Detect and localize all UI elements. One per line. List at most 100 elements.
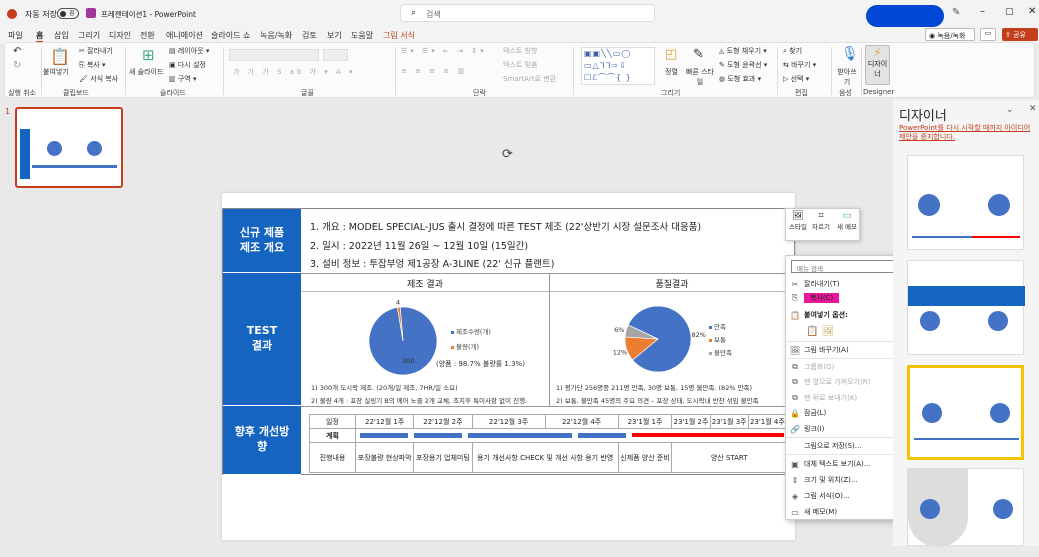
tab-picture-format[interactable]: 그림 서식 <box>383 30 415 41</box>
tab-file[interactable]: 파일 <box>8 30 23 41</box>
menu-item-label: 크기 및 위치(Z)... <box>804 476 858 484</box>
smartart-button[interactable]: SmartArt로 변환 <box>503 74 556 84</box>
replace-button[interactable]: ⇆ 바꾸기 ▾ <box>783 60 816 70</box>
pen-icon[interactable]: ✎ <box>952 7 960 18</box>
stop-suggestions-link[interactable]: PowerPoint를 다시 시작할 때까지 아이디어 제안을 중지합니다. <box>899 124 1037 142</box>
share-button[interactable]: ⇪ 공유 <box>1002 28 1038 41</box>
menu-item-label: 그룹화(G) <box>804 363 835 371</box>
menu-search-input[interactable]: 메뉴 검색 <box>791 260 899 273</box>
week-header: 22'12월 3주 <box>471 414 546 429</box>
design-idea-3[interactable] <box>907 365 1024 460</box>
tab-design[interactable]: 디자인 <box>109 30 131 41</box>
data-label: 300 <box>402 357 414 365</box>
comments-button[interactable]: ▭ <box>980 28 996 41</box>
context-menu-item[interactable]: ⧉그룹화(G)› <box>786 360 904 374</box>
shape-outline-button[interactable]: ✎ 도형 윤곽선 ▾ <box>719 60 767 70</box>
account-redacted[interactable] <box>866 5 944 27</box>
designer-button[interactable]: ⚡ 디자이너 <box>865 45 890 85</box>
save-icon[interactable] <box>86 8 96 18</box>
context-menu-item[interactable]: ✂ 잘라내기(T) <box>786 277 904 291</box>
design-idea-1[interactable] <box>907 155 1024 250</box>
layout-button[interactable]: ▤ 레이아웃 ▾ <box>169 46 209 56</box>
section-button[interactable]: ▥ 구역 ▾ <box>169 74 196 84</box>
copy-button[interactable]: ⎘ 복사 ▾ <box>79 60 105 70</box>
tab-animations[interactable]: 애니메이션 <box>166 30 203 41</box>
quick-styles-icon[interactable]: ✎ <box>693 47 704 62</box>
context-menu-item[interactable]: ⎘ 복사(C) <box>786 291 904 305</box>
week-header: 22'12월 4주 <box>544 414 619 429</box>
paste-options-icons[interactable]: 📋 🖼 <box>786 324 904 338</box>
menu-divider <box>786 358 904 359</box>
tab-draw[interactable]: 그리기 <box>78 30 100 41</box>
shapes-gallery[interactable]: ▣▣╲╲▭◯ ▭△ᒣᒣ⇨⇩ ☐ℰ⌒⌒{ } <box>581 47 655 85</box>
menu-item-label: 맨 앞으로 가져오기(R) <box>804 378 871 386</box>
design-idea-4[interactable] <box>907 468 1024 547</box>
tab-view[interactable]: 보기 <box>327 30 342 41</box>
paste-icon[interactable]: 📋 <box>50 47 70 66</box>
context-menu-item[interactable]: ▣ 대체 텍스트 보기(A)... <box>786 457 904 471</box>
record-button[interactable]: ◉ 녹음/녹화 <box>925 28 975 41</box>
task-cell: 용기 개선사항 CHECK 및 개선 사항 용기 반영 <box>471 442 619 473</box>
powerpoint-logo-icon <box>7 9 17 19</box>
minimize-icon[interactable]: – <box>980 6 985 17</box>
tab-help[interactable]: 도움말 <box>351 30 373 41</box>
rotate-handle-icon[interactable]: ⟳ <box>502 147 513 162</box>
tab-transitions[interactable]: 전환 <box>140 30 155 41</box>
tab-insert[interactable]: 삽입 <box>54 30 69 41</box>
chevron-down-icon[interactable]: ⌄ <box>1006 105 1014 115</box>
font-name-box[interactable] <box>229 49 319 61</box>
undo-group-label: 실행 취소 <box>8 89 36 97</box>
arrange-icon[interactable]: ◰ <box>665 47 677 62</box>
context-menu-item[interactable]: ▭ 새 메모(M) <box>786 505 904 519</box>
font-format-icons[interactable]: 가 가 가 S ab 가 ▾ A ▾ <box>233 67 356 77</box>
new-slide-button[interactable]: 새 슬라이드 <box>129 67 163 77</box>
tab-record[interactable]: 녹음/녹화 <box>260 30 292 41</box>
shape-fill-button[interactable]: ◬ 도형 채우기 ▾ <box>719 46 767 56</box>
font-size-box[interactable] <box>323 49 348 61</box>
autosave-toggle[interactable]: 끔 <box>57 8 79 19</box>
restore-icon[interactable]: ▢ <box>1005 7 1014 17</box>
task-cell: 포장용기 업체미팅 <box>413 442 473 473</box>
crop-button[interactable]: ⌗ 자르기 <box>810 211 832 231</box>
context-menu-item[interactable]: 🔒 잠금(L) <box>786 406 904 420</box>
new-comment-button[interactable]: ▭ 새 메모 <box>835 211 859 231</box>
context-menu-item[interactable]: 🖼그림 바꾸기(A)› <box>786 343 904 357</box>
selected-picture[interactable]: 신규 제품 제조 개요 TEST 결과 향후 개선방향 1. 개요 : MODE… <box>222 208 795 475</box>
redo-icon[interactable]: ↻ <box>13 60 21 71</box>
align-icons[interactable]: ≡ ≡ ≡ ≡ ▥ <box>401 67 467 75</box>
slide-thumbnail-1[interactable] <box>15 107 123 188</box>
format-painter-button[interactable]: 🖌 서식 복사 <box>79 74 118 84</box>
reset-button[interactable]: ▣ 다시 설정 <box>169 60 206 70</box>
menu-item-label: 잘라내기(T) <box>804 280 840 288</box>
arrange-button[interactable]: 정렬 <box>665 67 678 77</box>
new-slide-icon[interactable]: ⊞ <box>142 46 155 64</box>
quick-styles-button[interactable]: 빠른 스타일 <box>685 67 715 87</box>
search-box[interactable]: ⌕ 검색 <box>400 4 655 22</box>
week-header: 23'1월 3주 <box>709 414 749 429</box>
context-menu-item[interactable]: ⇕ 크기 및 위치(Z)... <box>786 473 904 487</box>
microphone-icon[interactable]: 🎙 <box>841 46 859 62</box>
context-menu-item[interactable]: ◈ 그림 서식(O)... <box>786 489 904 503</box>
close-icon[interactable]: ✕ <box>1028 6 1036 17</box>
shape-effects-button[interactable]: ◍ 도형 효과 ▾ <box>719 74 761 84</box>
dictate-button[interactable]: 받아쓰기 <box>837 67 857 87</box>
context-menu-item[interactable]: 그림으로 저장(S)... <box>786 439 904 453</box>
text-direction-button[interactable]: 텍스트 방향 <box>503 46 537 56</box>
paste-button[interactable]: 붙여넣기 <box>43 67 69 77</box>
select-button[interactable]: ▷ 선택 ▾ <box>783 74 809 84</box>
send-back-icon: ⧉ <box>792 393 798 402</box>
tab-review[interactable]: 검토 <box>302 30 317 41</box>
undo-icon[interactable]: ↶ <box>13 46 21 57</box>
design-idea-2[interactable] <box>907 260 1025 355</box>
context-menu-item[interactable]: ⧉맨 앞으로 가져오기(R)› <box>786 375 904 389</box>
list-icons[interactable]: ☰▾ ☰▾ ⇤ ⇥ ↕▾ <box>401 47 487 55</box>
context-menu-item[interactable]: 🔗링크(I)› <box>786 422 904 436</box>
cut-button[interactable]: ✂ 잘라내기 <box>79 46 113 56</box>
align-text-button[interactable]: 텍스트 맞춤 <box>503 60 537 70</box>
context-menu-item[interactable]: ⧉맨 뒤로 보내기(K)› <box>786 391 904 405</box>
tab-slideshow[interactable]: 슬라이드 쇼 <box>211 30 250 41</box>
context-menu-item[interactable]: 📋 붙여넣기 옵션: <box>786 308 904 322</box>
close-pane-icon[interactable]: ✕ <box>1029 104 1037 114</box>
find-button[interactable]: ⌕ 찾기 <box>783 46 802 56</box>
style-button[interactable]: 🖼 스타일 <box>789 211 807 231</box>
